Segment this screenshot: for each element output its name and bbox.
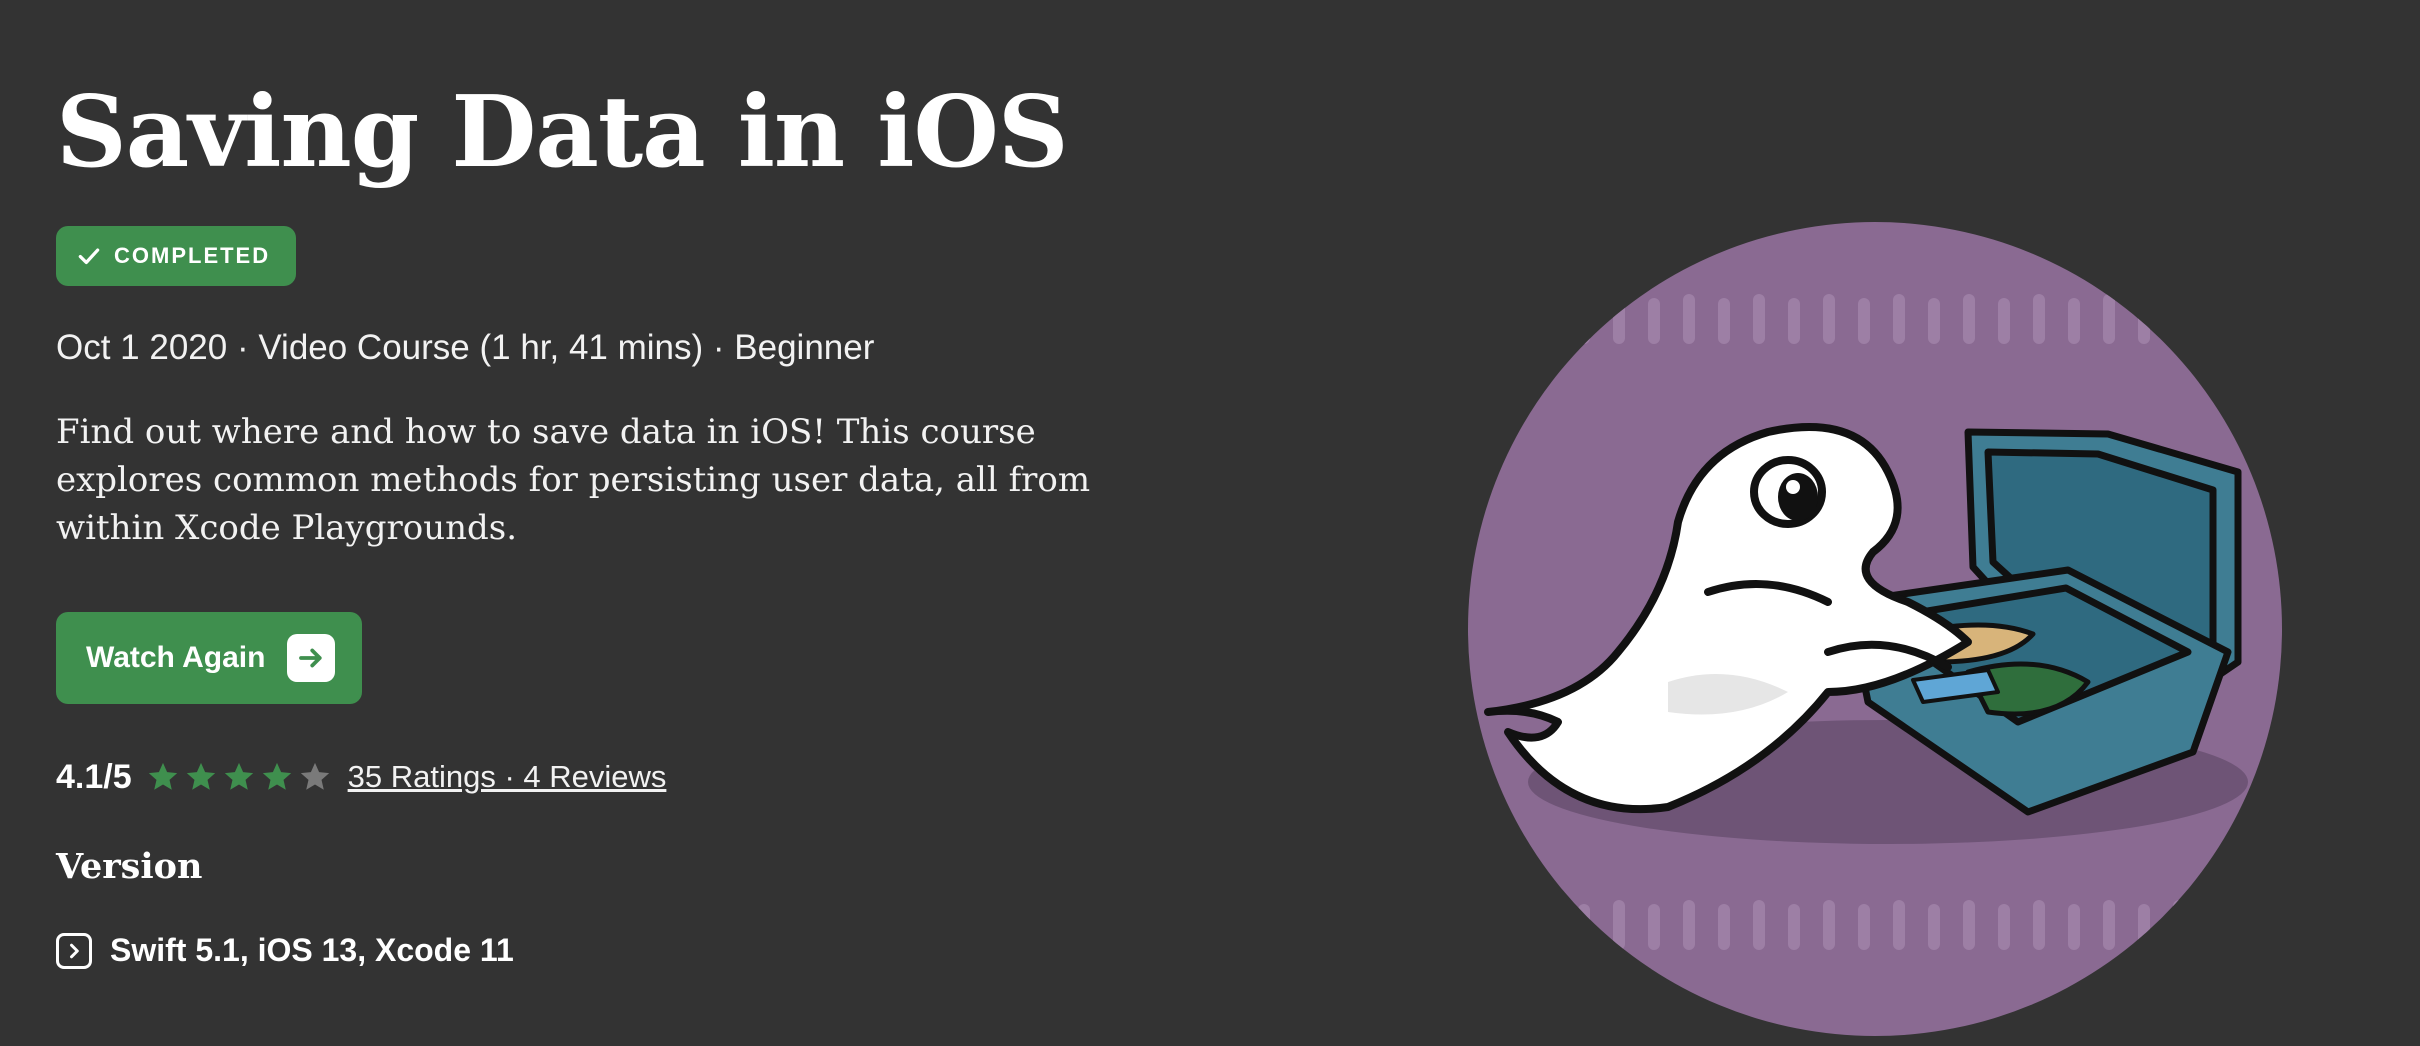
arrow-right-icon [287, 634, 336, 682]
star-icon [148, 762, 177, 790]
watch-again-label: Watch Again [86, 641, 266, 674]
status-badge: COMPLETED [56, 226, 297, 286]
star-icon [224, 762, 253, 790]
version-item[interactable]: Swift 5.1, iOS 13, Xcode 11 [56, 932, 514, 969]
course-illustration [1468, 222, 2282, 1036]
watch-again-button[interactable]: Watch Again [56, 612, 362, 704]
rating-score: 4.1/5 [56, 757, 132, 796]
page-title: Saving Data in iOS [56, 75, 1069, 190]
version-heading: Version [56, 846, 203, 887]
star-icon [262, 762, 291, 790]
version-details: Swift 5.1, iOS 13, Xcode 11 [110, 932, 514, 968]
course-meta: Oct 1 2020 · Video Course (1 hr, 41 mins… [56, 328, 875, 367]
check-icon [78, 248, 100, 265]
star-icon [186, 762, 215, 790]
star-icon [300, 762, 329, 790]
chevron-right-icon [56, 932, 92, 969]
status-badge-label: COMPLETED [114, 243, 271, 268]
star-rating [146, 760, 332, 794]
ratings-reviews-link[interactable]: 35 Ratings · 4 Reviews [348, 759, 667, 795]
course-description: Find out where and how to save data in i… [56, 412, 1091, 548]
rating-row: 4.1/5 35 Ratings · 4 Reviews [56, 754, 666, 800]
